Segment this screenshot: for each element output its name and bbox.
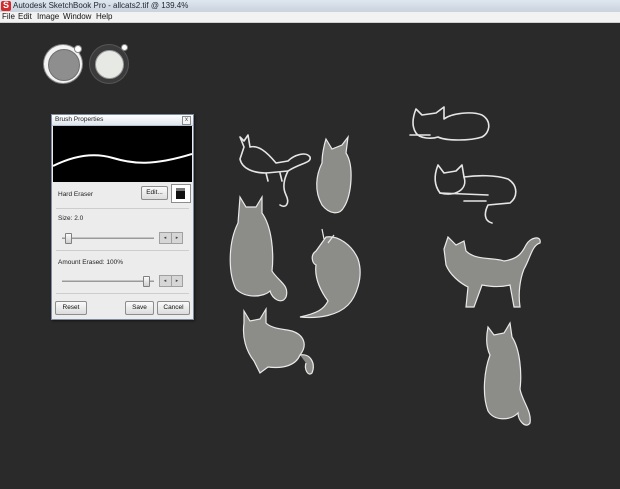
window-title: Autodesk SketchBook Pro - allcats2.tif @… xyxy=(13,1,189,10)
cat-drawing-outline-2 xyxy=(409,105,494,145)
cat-drawing-outline-3 xyxy=(434,163,520,227)
cat-drawing-sitting-2 xyxy=(228,193,292,313)
reset-button[interactable]: Reset xyxy=(55,301,87,315)
eraser-brush-icon[interactable] xyxy=(171,184,191,203)
brush-puck-primary[interactable] xyxy=(44,45,82,83)
puck-handle-icon[interactable] xyxy=(74,45,82,53)
eraser-tip-icon xyxy=(176,188,185,191)
size-stepper[interactable]: ◂ ▸ xyxy=(159,232,183,244)
size-label: Size: 2.0 xyxy=(58,215,84,222)
menu-image[interactable]: Image xyxy=(37,12,59,22)
drawing-canvas[interactable]: Brush Properties x Hard Eraser Edit... S… xyxy=(0,23,620,489)
brush-stroke-preview xyxy=(53,126,192,182)
divider xyxy=(56,293,189,294)
eraser-shape-icon xyxy=(176,191,185,199)
chevron-left-icon[interactable]: ◂ xyxy=(160,233,170,243)
chevron-right-icon[interactable]: ▸ xyxy=(171,276,182,286)
divider xyxy=(56,208,189,209)
stroke-preview-wave xyxy=(53,153,192,167)
menu-edit[interactable]: Edit xyxy=(18,12,32,22)
cat-drawing-sitting-3 xyxy=(480,321,532,431)
amount-erased-label: Amount Erased: 100% xyxy=(58,259,124,266)
chevron-right-icon[interactable]: ▸ xyxy=(171,233,182,243)
menu-bar: File Edit Image Window Help xyxy=(0,12,620,23)
logo-letter: S xyxy=(3,0,10,10)
brush-properties-dialog[interactable]: Brush Properties x Hard Eraser Edit... S… xyxy=(51,114,194,320)
menu-window[interactable]: Window xyxy=(63,12,91,22)
dialog-title: Brush Properties xyxy=(55,116,104,123)
menu-help[interactable]: Help xyxy=(96,12,112,22)
cancel-button[interactable]: Cancel xyxy=(157,301,190,315)
brush-puck-color[interactable] xyxy=(90,44,128,83)
edit-button[interactable]: Edit... xyxy=(141,186,168,200)
color-swatch-icon xyxy=(95,50,124,79)
sketchbook-logo-icon: S xyxy=(1,0,11,11)
amount-slider-thumb[interactable] xyxy=(143,276,150,287)
size-slider-track[interactable] xyxy=(62,237,154,239)
amount-slider-track[interactable] xyxy=(62,280,154,282)
brush-size-icon xyxy=(48,49,80,81)
cat-drawing-sitting-1 xyxy=(312,134,356,225)
menu-file[interactable]: File xyxy=(2,12,15,22)
size-slider-thumb[interactable] xyxy=(65,233,72,244)
close-icon[interactable]: x xyxy=(182,116,191,125)
save-button[interactable]: Save xyxy=(125,301,154,315)
cat-drawing-walking xyxy=(438,235,544,315)
amount-stepper[interactable]: ◂ ▸ xyxy=(159,275,183,287)
cat-drawing-lying-1 xyxy=(238,306,318,377)
puck-handle-icon[interactable] xyxy=(121,44,128,51)
brush-name: Hard Eraser xyxy=(58,191,94,198)
divider xyxy=(56,250,189,251)
chevron-left-icon[interactable]: ◂ xyxy=(160,276,170,286)
dialog-title-bar[interactable]: Brush Properties x xyxy=(52,115,193,126)
